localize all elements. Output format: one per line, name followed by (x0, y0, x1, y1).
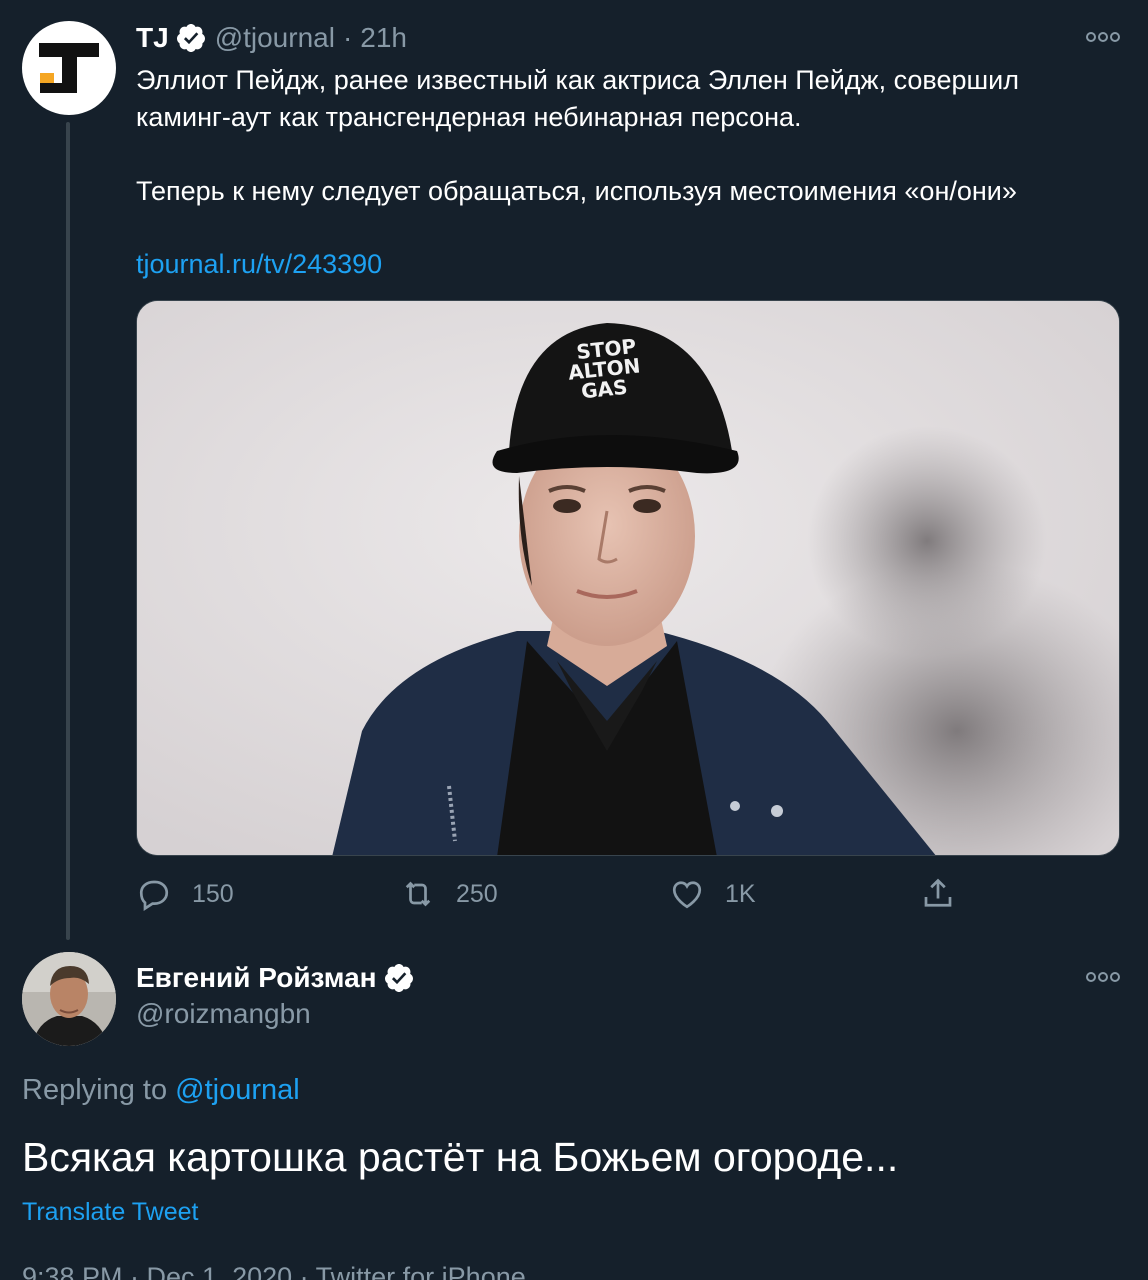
heart-icon (672, 881, 702, 909)
retweet-icon (405, 881, 431, 907)
tweet-time[interactable]: 21h (360, 22, 407, 54)
article-link[interactable]: tjournal.ru/tv/243390 (136, 246, 1126, 283)
more-options-icon[interactable] (1086, 30, 1120, 44)
tweet-metadata[interactable]: 9:38 PM · Dec 1, 2020 · Twitter for iPho… (22, 1262, 526, 1280)
replying-prefix: Replying to (22, 1074, 168, 1106)
reply-header: Евгений Ройзман (136, 958, 423, 998)
share-button[interactable] (920, 870, 976, 918)
like-count: 1K (725, 879, 756, 908)
translate-tweet-link[interactable]: Translate Tweet (22, 1198, 198, 1227)
reply-button[interactable]: 150 (136, 870, 234, 918)
reply-icon (139, 880, 169, 912)
roizman-avatar[interactable] (22, 952, 116, 1046)
tweet-text-line: Эллиот Пейдж, ранее известный как актрис… (136, 65, 1019, 95)
author-name[interactable]: TJ (136, 22, 169, 54)
tj-avatar[interactable] (22, 21, 116, 115)
reply-author-name[interactable]: Евгений Ройзман (136, 962, 377, 994)
tweet-text-line: каминг-аут как трансгендерная небинарная… (136, 102, 802, 132)
thread-connector-line (66, 122, 70, 940)
reply-count: 150 (192, 879, 234, 908)
separator-dot: · (342, 22, 353, 53)
portrait-photo: STOP ALTON GAS (137, 301, 1119, 855)
author-handle[interactable]: @tjournal (215, 22, 335, 54)
tweet-actions: 150 250 1K (136, 870, 1120, 918)
more-options-icon[interactable] (1086, 970, 1120, 984)
tweet-header: TJ @tjournal · 21h (136, 18, 407, 58)
cap-text: GAS (580, 375, 629, 404)
retweet-button[interactable]: 250 (400, 870, 498, 918)
replying-handle-link[interactable]: @tjournal (175, 1074, 300, 1106)
reply-author-handle[interactable]: @roizmangbn (136, 998, 311, 1030)
replying-to: Replying to @tjournal (22, 1074, 300, 1107)
retweet-count: 250 (456, 879, 498, 908)
verified-badge-icon (384, 964, 413, 992)
tweet-text-line: Теперь к нему следует обращаться, исполь… (136, 176, 1017, 206)
verified-badge-icon (176, 24, 205, 52)
tweet-photo[interactable]: STOP ALTON GAS (136, 300, 1120, 856)
avatar-photo (22, 952, 116, 1046)
like-button[interactable]: 1K (669, 870, 756, 918)
tj-logo-icon (39, 43, 99, 93)
share-icon (924, 878, 952, 907)
reply-tweet-text: Всякая картошка растёт на Божьем огороде… (22, 1134, 899, 1180)
tweet-thread: TJ @tjournal · 21h Эллиот Пейдж, ранее и… (0, 0, 1148, 1280)
